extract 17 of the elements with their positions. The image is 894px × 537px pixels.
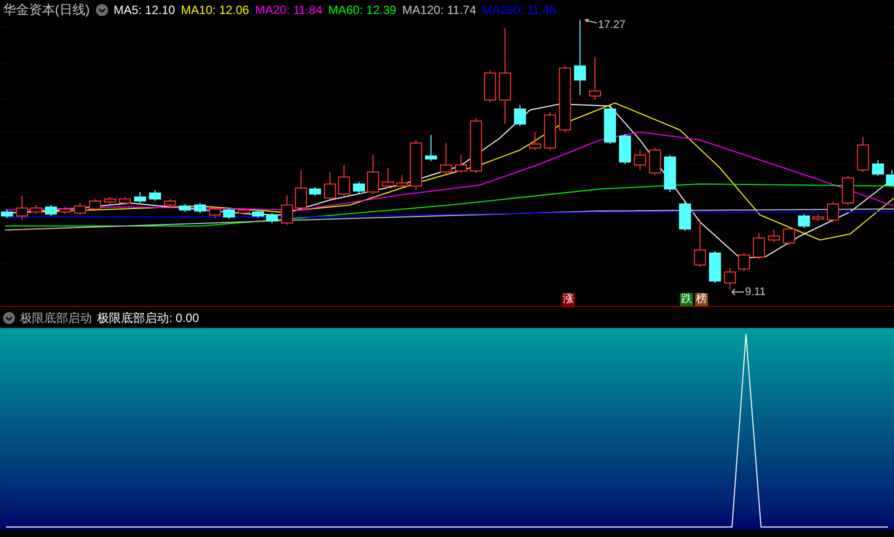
- dropdown-icon[interactable]: [96, 4, 108, 16]
- ma-legend-label: MA5: 12.10: [114, 2, 176, 19]
- high-price-label: 17.27: [598, 19, 626, 32]
- event-tag: 涨: [562, 293, 575, 306]
- ma-legend-label: MA10: 12.06: [181, 2, 250, 19]
- ma-legend-label: MA120: 11.74: [402, 2, 476, 19]
- indicator-name: 极限底部启动: [20, 310, 92, 326]
- indicator-reading: 极限底部启动: 0.00: [97, 310, 200, 326]
- dropdown-icon[interactable]: [3, 312, 15, 324]
- ma-legend-label: MA250: 11.46: [482, 2, 556, 19]
- event-tag: 跌: [680, 293, 693, 306]
- low-price-arrow-icon: [731, 288, 745, 296]
- low-price-label: 9.11: [745, 286, 766, 299]
- event-tag: 榜: [695, 293, 708, 306]
- ma-legend-label: MA20: 11.84: [255, 2, 322, 19]
- ma-legend-label: MA60: 12.39: [328, 2, 396, 19]
- chart-title: 华金资本(日线): [3, 1, 90, 20]
